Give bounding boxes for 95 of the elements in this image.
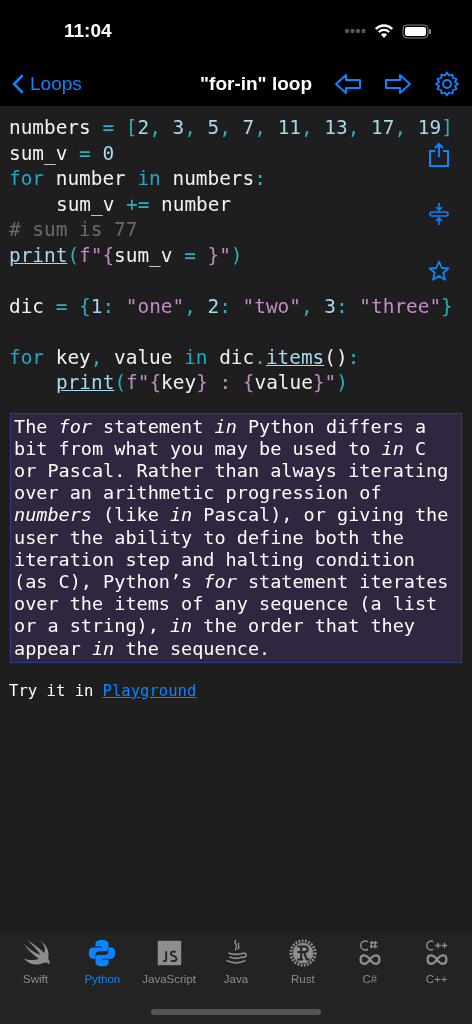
code-token: 17 bbox=[371, 116, 395, 139]
arrow-right-icon[interactable] bbox=[384, 73, 412, 95]
nav-title: "for-in" loop bbox=[200, 71, 312, 96]
code-token: 5 bbox=[207, 116, 220, 139]
code-token: print bbox=[56, 371, 115, 394]
code-token: : bbox=[254, 167, 266, 190]
status-time: 11:04 bbox=[64, 18, 112, 43]
code-token: number bbox=[161, 192, 232, 216]
code-token: sum_v bbox=[114, 243, 174, 267]
code-comment: # sum is 77 bbox=[9, 218, 138, 241]
code-token: 13 bbox=[324, 116, 348, 139]
code-token: value bbox=[114, 345, 174, 369]
code-token: "two" bbox=[242, 294, 301, 318]
code-token: 7 bbox=[242, 116, 255, 139]
code-token: ( bbox=[114, 371, 127, 394]
battery-icon bbox=[402, 23, 432, 39]
code-token: "three" bbox=[359, 294, 442, 318]
code-token: print bbox=[9, 243, 68, 267]
tab[interactable]: C# bbox=[336, 938, 404, 989]
settings-icon[interactable] bbox=[434, 71, 460, 97]
tab[interactable]: Rust bbox=[269, 938, 337, 989]
code-token: value bbox=[254, 371, 313, 394]
arrow-left-icon[interactable] bbox=[334, 73, 362, 95]
description-text: The for statement in Python differs a bit from what you may be used to in C or Pascal. Rather than always iterating over an arithmetic progression of numbers (like in Pascal), or giving the user the ability to define both the iteration step and halting condition (as C), Python’s for statement iterates over the items of any sequence (a list or a string), in the order that they appear in the sequence. bbox=[10, 412, 462, 663]
tab[interactable]: C++ bbox=[403, 938, 470, 989]
back-button[interactable]: Loops bbox=[12, 69, 82, 99]
code-token: = bbox=[55, 294, 69, 318]
code-token: { bbox=[79, 294, 91, 318]
tab[interactable]: JavaScript bbox=[135, 938, 203, 989]
code-token: , bbox=[301, 116, 314, 139]
code-token: in bbox=[184, 345, 209, 369]
code-token: ) bbox=[230, 243, 243, 267]
try-it-text: Try it in bbox=[9, 680, 94, 702]
code-token: numbers bbox=[172, 167, 255, 190]
code-token: number bbox=[55, 167, 127, 190]
code-token: ( bbox=[67, 243, 80, 267]
code-token: ] bbox=[441, 116, 453, 139]
code-token: = bbox=[102, 116, 116, 139]
snake-logo-icon bbox=[87, 938, 118, 968]
code-token: }" bbox=[207, 243, 231, 267]
code-token: : bbox=[219, 294, 232, 318]
code-token: 2 bbox=[137, 116, 150, 139]
code-token: }" bbox=[312, 371, 337, 394]
code-token: } : { bbox=[196, 371, 255, 394]
code-token: , bbox=[184, 294, 197, 318]
code-token: in bbox=[137, 167, 162, 190]
code-token: sum_v bbox=[56, 192, 116, 216]
code-token: 0 bbox=[102, 141, 115, 165]
code-token: for bbox=[9, 167, 46, 190]
code-token: f"{ bbox=[126, 371, 162, 394]
code-token: = bbox=[79, 141, 92, 165]
code-token: , bbox=[184, 116, 197, 139]
tab[interactable]: Java bbox=[202, 938, 270, 989]
code-token: dic bbox=[219, 345, 255, 369]
code-token: dic bbox=[9, 294, 46, 318]
tab[interactable]: Swift bbox=[2, 938, 69, 989]
code-token: , bbox=[219, 116, 232, 139]
code-token: for bbox=[9, 345, 46, 369]
code-token: } bbox=[441, 294, 453, 318]
code-token: . bbox=[254, 345, 266, 369]
code-token: key bbox=[55, 345, 91, 369]
code-token: items bbox=[265, 345, 325, 369]
code-token: , bbox=[254, 116, 267, 139]
code-token: , bbox=[394, 116, 408, 139]
chevron-left-icon bbox=[12, 74, 24, 94]
wifi-icon bbox=[374, 23, 394, 39]
collapse-icon[interactable] bbox=[428, 202, 450, 226]
code-token: f"{ bbox=[79, 243, 115, 267]
code-token: : bbox=[102, 294, 116, 318]
code-token: key bbox=[161, 371, 197, 394]
code-token: 3 bbox=[172, 116, 185, 139]
code-token: 11 bbox=[277, 116, 301, 139]
code-token: , bbox=[149, 116, 162, 139]
code-token: , bbox=[90, 345, 104, 369]
code-token: 19 bbox=[417, 116, 442, 139]
code-token: numbers bbox=[9, 116, 92, 139]
code-token: () bbox=[324, 345, 348, 369]
star-icon[interactable] bbox=[428, 260, 450, 282]
code-token: : bbox=[347, 345, 360, 369]
tab[interactable]: Python bbox=[68, 938, 136, 989]
code-token: : bbox=[336, 294, 349, 318]
gear-letter-icon bbox=[287, 938, 318, 968]
code-token: ) bbox=[336, 371, 348, 394]
code-token: 3 bbox=[324, 294, 336, 318]
code-token: [ bbox=[125, 116, 138, 139]
code-token: 1 bbox=[90, 294, 103, 318]
code-token: "one" bbox=[125, 294, 185, 318]
signal-icon bbox=[344, 28, 366, 34]
code-token: 2 bbox=[207, 294, 220, 318]
code-token: , bbox=[300, 294, 314, 318]
code-token: sum_v bbox=[9, 141, 69, 165]
code-token: = bbox=[184, 243, 197, 267]
code-token: += bbox=[126, 192, 151, 216]
playground-link[interactable]: Playground bbox=[102, 679, 197, 704]
code-token: , bbox=[347, 116, 361, 139]
